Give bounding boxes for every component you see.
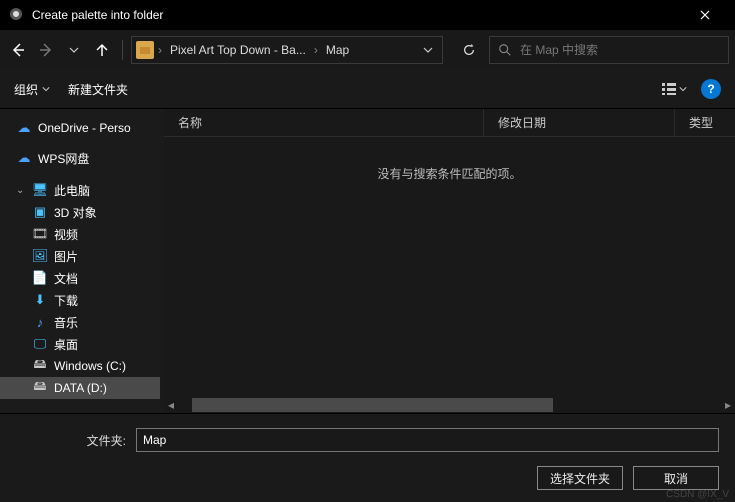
drive-icon: 🖴 bbox=[32, 380, 48, 396]
title-bar-left: Create palette into folder bbox=[8, 6, 163, 25]
chevron-down-icon bbox=[679, 85, 687, 93]
crumb-sep-icon: › bbox=[158, 43, 162, 57]
column-header-name[interactable]: 名称 bbox=[164, 109, 484, 136]
help-button[interactable]: ? bbox=[701, 79, 721, 99]
arrow-up-icon bbox=[94, 42, 110, 58]
address-dropdown[interactable] bbox=[418, 45, 438, 55]
search-input[interactable] bbox=[520, 43, 720, 57]
expand-icon[interactable]: ⌄ bbox=[16, 185, 26, 196]
toolbar-label: 组织 bbox=[14, 81, 38, 98]
toolbar: 组织 新建文件夹 ? bbox=[0, 70, 735, 108]
back-button[interactable] bbox=[6, 38, 30, 62]
scroll-track[interactable] bbox=[192, 398, 707, 412]
column-header-modified[interactable]: 修改日期 bbox=[484, 109, 675, 136]
sidebar-item-label: 音乐 bbox=[54, 314, 78, 331]
download-icon: ⬇ bbox=[32, 292, 48, 308]
empty-message: 没有与搜索条件匹配的项。 bbox=[164, 165, 735, 182]
sidebar-item-onedrive[interactable]: ☁ OneDrive - Perso bbox=[0, 117, 160, 139]
picture-icon: 🖼 bbox=[32, 248, 48, 264]
sidebar-item-label: OneDrive - Perso bbox=[38, 121, 131, 135]
file-list-area: 名称 修改日期 类型 没有与搜索条件匹配的项。 ◂ ▸ bbox=[164, 109, 735, 413]
scroll-thumb[interactable] bbox=[192, 398, 553, 412]
scroll-right-icon[interactable]: ▸ bbox=[721, 398, 735, 412]
chevron-down-icon bbox=[69, 45, 79, 55]
sidebar-tree: ☁ OneDrive - Perso ☁ WPS网盘 ⌄ 🖥 此电脑 ▣ 3D … bbox=[0, 109, 160, 413]
refresh-button[interactable] bbox=[453, 36, 485, 64]
sidebar-item-label: Windows (C:) bbox=[54, 359, 126, 373]
sidebar-item-3d[interactable]: ▣ 3D 对象 bbox=[0, 201, 160, 223]
breadcrumb-item[interactable]: Map bbox=[322, 41, 353, 59]
sidebar-item-label: WPS网盘 bbox=[38, 150, 89, 167]
window-title: Create palette into folder bbox=[32, 8, 163, 22]
document-icon: 📄 bbox=[32, 270, 48, 286]
file-dialog: Create palette into folder › Pixel Art T… bbox=[0, 0, 735, 502]
sidebar-item-label: 3D 对象 bbox=[54, 204, 97, 221]
scroll-left-icon[interactable]: ◂ bbox=[164, 398, 178, 412]
organize-button[interactable]: 组织 bbox=[14, 81, 50, 98]
sidebar-item-label: 桌面 bbox=[54, 336, 78, 353]
folder-field-label: 文件夹: bbox=[16, 432, 126, 449]
search-icon bbox=[498, 43, 512, 57]
drive-icon: 🖴 bbox=[32, 358, 48, 374]
dialog-body: ☁ OneDrive - Perso ☁ WPS网盘 ⌄ 🖥 此电脑 ▣ 3D … bbox=[0, 108, 735, 414]
sidebar-item-label: 图片 bbox=[54, 248, 78, 265]
nav-bar: › Pixel Art Top Down - Ba... › Map bbox=[0, 30, 735, 70]
sidebar-item-pictures[interactable]: 🖼 图片 bbox=[0, 245, 160, 267]
nav-divider bbox=[122, 40, 123, 60]
title-bar: Create palette into folder bbox=[0, 0, 735, 30]
sidebar-item-drive-d[interactable]: 🖴 DATA (D:) bbox=[0, 377, 160, 399]
sidebar-item-label: 此电脑 bbox=[54, 182, 90, 199]
view-list-icon bbox=[661, 82, 677, 96]
app-icon bbox=[8, 6, 24, 25]
cube-icon: ▣ bbox=[32, 204, 48, 220]
new-folder-button[interactable]: 新建文件夹 bbox=[68, 81, 128, 98]
search-box[interactable] bbox=[489, 36, 729, 64]
cloud-icon: ☁ bbox=[16, 120, 32, 136]
chevron-down-icon bbox=[423, 45, 433, 55]
sidebar-item-label: 视频 bbox=[54, 226, 78, 243]
sidebar-item-label: 文档 bbox=[54, 270, 78, 287]
cloud-icon: ☁ bbox=[16, 150, 32, 166]
toolbar-label: 新建文件夹 bbox=[68, 81, 128, 98]
address-bar[interactable]: › Pixel Art Top Down - Ba... › Map bbox=[131, 36, 443, 64]
crumb-sep-icon: › bbox=[314, 43, 318, 57]
music-icon: ♪ bbox=[32, 314, 48, 330]
sidebar-item-documents[interactable]: 📄 文档 bbox=[0, 267, 160, 289]
folder-name-input[interactable] bbox=[136, 428, 719, 452]
video-icon: 🎞 bbox=[32, 226, 48, 242]
cancel-button[interactable]: 取消 bbox=[633, 466, 719, 490]
help-icon: ? bbox=[707, 82, 714, 96]
column-header-type[interactable]: 类型 bbox=[675, 109, 735, 136]
up-button[interactable] bbox=[90, 38, 114, 62]
pc-icon: 🖥 bbox=[32, 182, 48, 198]
breadcrumb-item[interactable]: Pixel Art Top Down - Ba... bbox=[166, 41, 310, 59]
sidebar-item-desktop[interactable]: 🖵 桌面 bbox=[0, 333, 160, 355]
chevron-down-icon bbox=[42, 85, 50, 93]
horizontal-scrollbar[interactable]: ◂ ▸ bbox=[164, 397, 735, 413]
recent-button[interactable] bbox=[62, 38, 86, 62]
sidebar-item-downloads[interactable]: ⬇ 下载 bbox=[0, 289, 160, 311]
folder-icon bbox=[136, 41, 154, 59]
sidebar-item-videos[interactable]: 🎞 视频 bbox=[0, 223, 160, 245]
sidebar-item-wps[interactable]: ☁ WPS网盘 bbox=[0, 147, 160, 169]
close-button[interactable] bbox=[682, 0, 727, 30]
refresh-icon bbox=[462, 43, 476, 57]
footer: 文件夹: 选择文件夹 取消 bbox=[0, 414, 735, 502]
view-mode-button[interactable] bbox=[661, 82, 687, 96]
arrow-right-icon bbox=[38, 42, 54, 58]
desktop-icon: 🖵 bbox=[32, 336, 48, 352]
column-headers: 名称 修改日期 类型 bbox=[164, 109, 735, 137]
sidebar-item-label: 下载 bbox=[54, 292, 78, 309]
sidebar-item-drive-c[interactable]: 🖴 Windows (C:) bbox=[0, 355, 160, 377]
sidebar-item-label: DATA (D:) bbox=[54, 381, 107, 395]
sidebar-item-music[interactable]: ♪ 音乐 bbox=[0, 311, 160, 333]
select-folder-button[interactable]: 选择文件夹 bbox=[537, 466, 623, 490]
close-icon bbox=[700, 10, 710, 20]
forward-button[interactable] bbox=[34, 38, 58, 62]
arrow-left-icon bbox=[10, 42, 26, 58]
sidebar-item-this-pc[interactable]: ⌄ 🖥 此电脑 bbox=[0, 179, 160, 201]
